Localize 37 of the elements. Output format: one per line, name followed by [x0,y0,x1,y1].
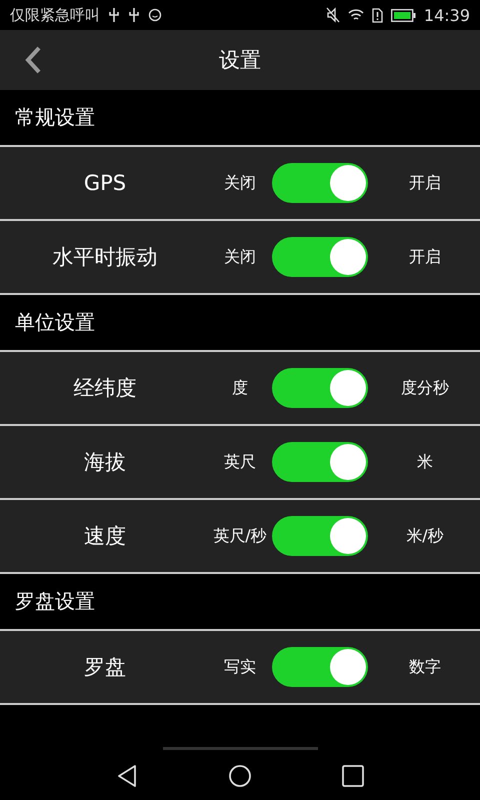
mute-icon [326,7,340,23]
battery-icon [390,8,416,22]
setting-label: 罗盘 [84,654,126,681]
sim-alert-icon [372,8,383,22]
carrier-text: 仅限紧急呼叫 [10,6,100,24]
option-label: 度 [232,378,248,398]
toggle-switch[interactable] [272,368,368,408]
toggle-switch[interactable] [272,516,368,556]
option-label: 开启 [409,246,441,268]
home-icon[interactable] [228,764,252,788]
option-label: 写实 [224,656,256,678]
toggle-switch[interactable] [272,237,368,277]
setting-label: 速度 [84,523,126,550]
option-label: 度分秒 [401,378,449,398]
usb-icon [128,7,140,23]
setting-label: 海拔 [84,449,126,476]
back-icon[interactable] [116,764,138,788]
option-label: 英尺 [224,452,256,472]
wifi-icon [348,8,364,22]
page-title: 设置 [219,47,261,74]
toggle-switch[interactable] [272,442,368,482]
setting-label: GPS [84,171,126,195]
setting-label: 水平时振动 [52,244,158,271]
usb-icon [108,7,120,23]
square-icon[interactable] [342,765,364,787]
clock-text: 14:39 [424,6,470,24]
option-label: 开启 [409,172,441,194]
option-label: 关闭 [224,172,256,194]
option-label: 关闭 [224,246,256,268]
circle-icon [148,8,162,22]
toggle-switch[interactable] [272,163,368,203]
option-label: 数字 [409,656,441,678]
toggle-switch[interactable] [272,647,368,687]
option-label: 米/秒 [406,526,444,546]
setting-label: 经纬度 [74,375,136,402]
option-label: 米 [417,452,433,472]
option-label: 英尺/秒 [213,526,267,546]
